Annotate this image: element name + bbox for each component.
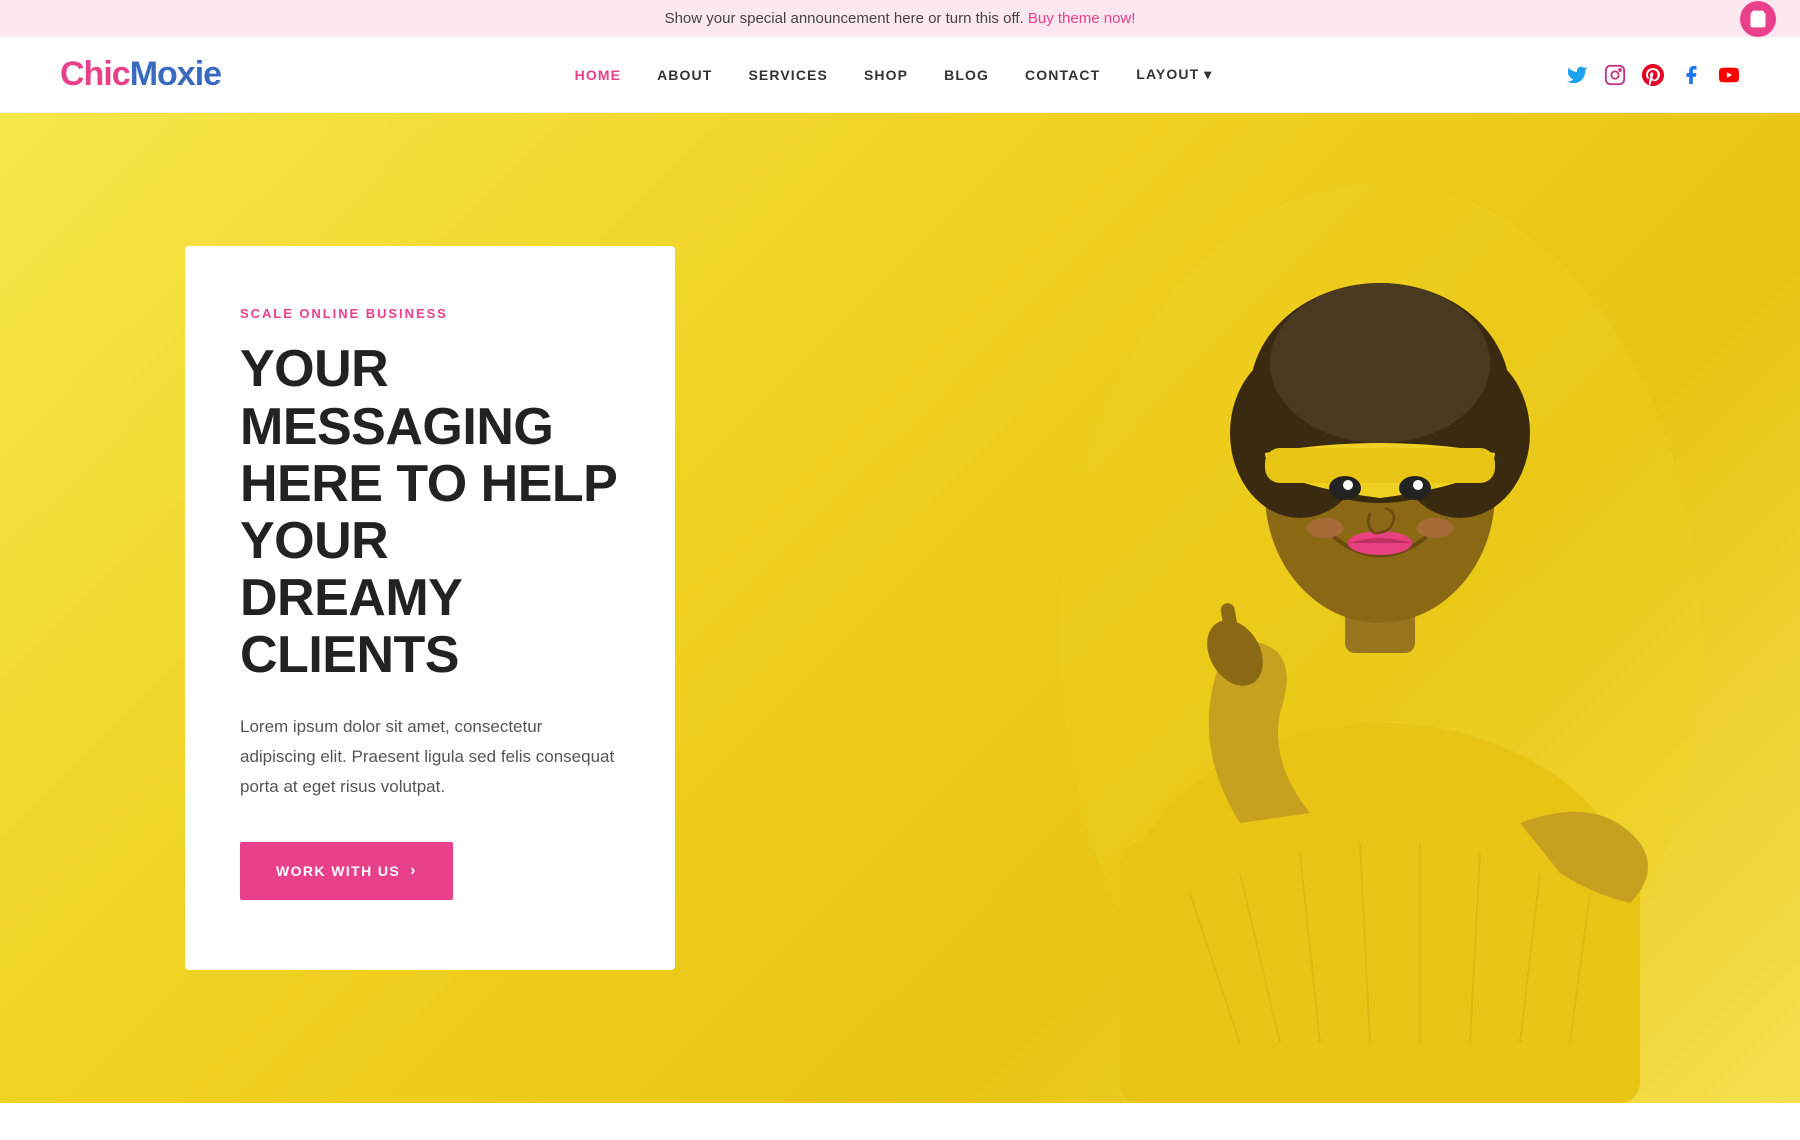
cart-button[interactable] bbox=[1740, 1, 1776, 37]
announcement-bar: Show your special announcement here or t… bbox=[0, 0, 1800, 37]
cart-icon bbox=[1748, 9, 1768, 29]
hero-person-figure bbox=[1040, 143, 1720, 1103]
cta-label: WORK WITH US bbox=[276, 863, 400, 879]
logo-chic: Chic bbox=[60, 55, 130, 93]
nav-shop[interactable]: SHOP bbox=[864, 67, 908, 83]
announcement-link[interactable]: Buy theme now! bbox=[1028, 10, 1136, 27]
cta-button[interactable]: WORK WITH US › bbox=[240, 842, 453, 900]
cta-arrow: › bbox=[410, 862, 417, 880]
logo[interactable]: ChicMoxie bbox=[60, 55, 221, 94]
main-nav: HOME ABOUT SERVICES SHOP BLOG CONTACT LA… bbox=[575, 66, 1213, 83]
hero-headline: YOUR MESSAGING HERE TO HELP YOUR DREAMY … bbox=[240, 341, 620, 684]
hero-body-text: Lorem ipsum dolor sit amet, consectetur … bbox=[240, 712, 620, 801]
hero-card: SCALE ONLINE BUSINESS YOUR MESSAGING HER… bbox=[185, 246, 675, 969]
youtube-icon[interactable] bbox=[1718, 64, 1740, 86]
instagram-icon[interactable] bbox=[1604, 64, 1626, 86]
hero-image-area bbox=[900, 113, 1800, 1103]
logo-moxie: Moxie bbox=[130, 55, 221, 93]
social-icons bbox=[1566, 64, 1740, 86]
nav-blog[interactable]: BLOG bbox=[944, 67, 989, 83]
facebook-icon[interactable] bbox=[1680, 64, 1702, 86]
twitter-icon[interactable] bbox=[1566, 64, 1588, 86]
nav-contact[interactable]: CONTACT bbox=[1025, 67, 1100, 83]
nav-home[interactable]: HOME bbox=[575, 67, 621, 83]
hero-section: SCALE ONLINE BUSINESS YOUR MESSAGING HER… bbox=[0, 113, 1800, 1103]
header: ChicMoxie HOME ABOUT SERVICES SHOP BLOG … bbox=[0, 37, 1800, 113]
scale-label: SCALE ONLINE BUSINESS bbox=[240, 306, 620, 321]
nav-about[interactable]: ABOUT bbox=[657, 67, 712, 83]
nav-layout[interactable]: LAYOUT ▾ bbox=[1136, 66, 1212, 83]
pinterest-icon[interactable] bbox=[1642, 64, 1664, 86]
announcement-text: Show your special announcement here or t… bbox=[665, 10, 1028, 27]
nav-services[interactable]: SERVICES bbox=[748, 67, 828, 83]
